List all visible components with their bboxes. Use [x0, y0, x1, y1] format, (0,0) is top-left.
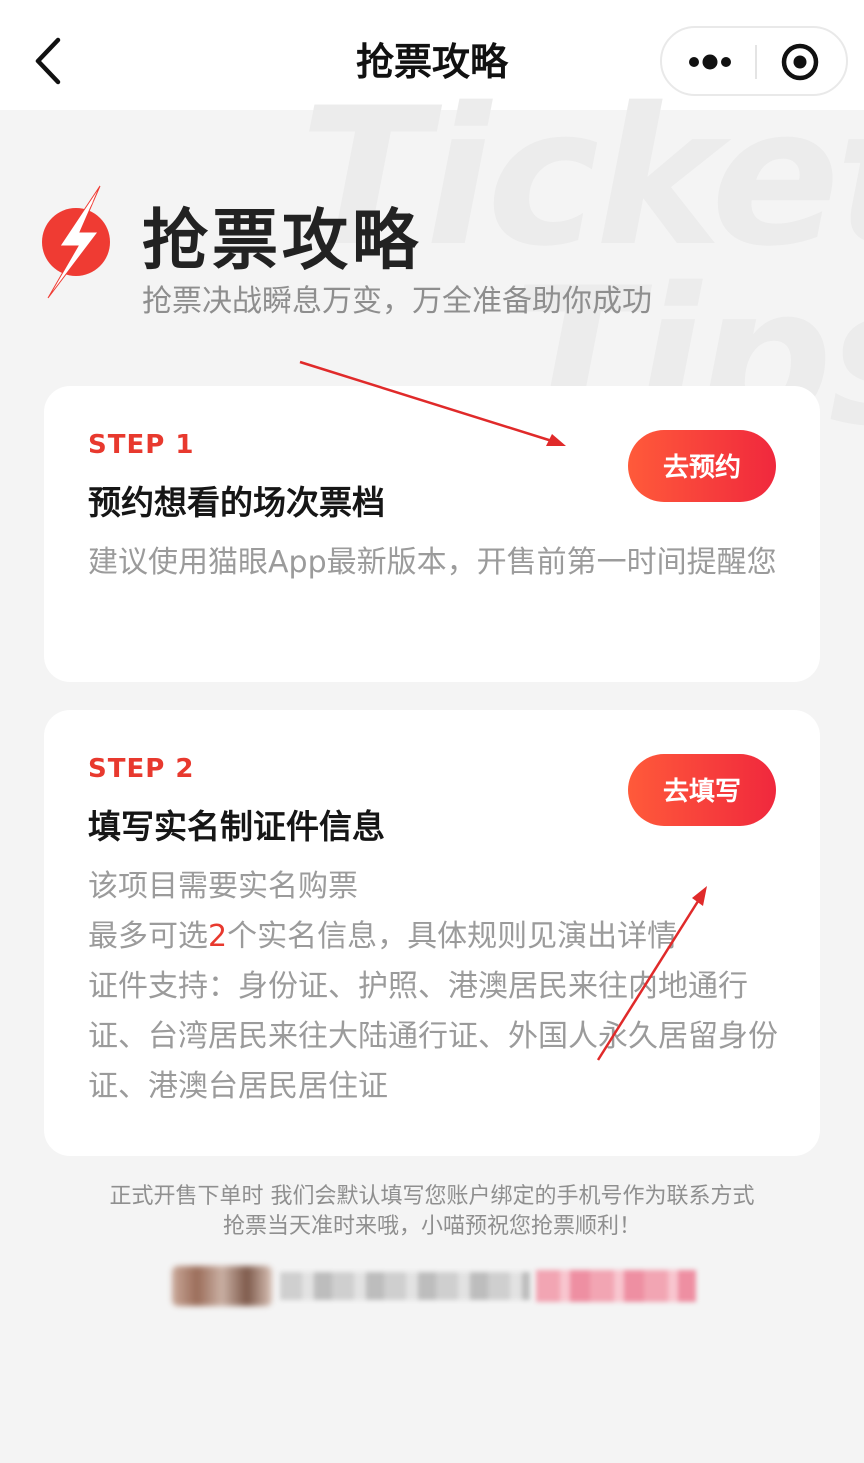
fill-info-button[interactable]: 去填写: [628, 754, 776, 826]
step-card-1: STEP 1 预约想看的场次票档 建议使用猫眼App最新版本，开售前第一时间提醒…: [44, 386, 820, 682]
footer-line-2: 抢票当天准时来哦，小喵预祝您抢票顺利！: [222, 1214, 641, 1239]
blurred-text: [280, 1272, 530, 1300]
realname-requirement: 该项目需要实名购票: [88, 869, 358, 904]
hero-title: 抢票攻略: [142, 202, 422, 279]
reserve-button[interactable]: 去预约: [628, 430, 776, 502]
blurred-content: [172, 1266, 696, 1306]
step-description: 建议使用猫眼App最新版本，开售前第一时间提醒您: [88, 545, 777, 580]
step-card-2: STEP 2 填写实名制证件信息 该项目需要实名购票 最多可选2个实名信息，具体…: [44, 710, 820, 1156]
page: 抢票攻略 Ticket Tips: [0, 0, 864, 1463]
blurred-link: [536, 1270, 696, 1302]
supported-ids: 证件支持：身份证、护照、港澳居民来往内地通行证、台湾居民来往大陆通行证、外国人永…: [88, 969, 778, 1104]
limit-suffix: 个实名信息，具体规则见演出详情: [227, 919, 678, 954]
step-title: 填写实名制证件信息: [88, 807, 385, 846]
lightning-bolt-icon: [42, 185, 110, 299]
footer-note: 正式开售下单时 我们会默认填写您账户绑定的手机号作为联系方式 抢票当天准时来哦，…: [0, 1182, 864, 1242]
realname-limit: 最多可选2个实名信息，具体规则见演出详情: [88, 912, 778, 962]
blurred-avatar: [172, 1266, 272, 1306]
step-label: STEP 2: [88, 754, 195, 784]
limit-prefix: 最多可选: [88, 919, 208, 954]
hero-subtitle: 抢票决战瞬息万变，万全准备助你成功: [142, 284, 652, 319]
step-title: 预约想看的场次票档: [88, 483, 385, 522]
footer-line-1: 正式开售下单时 我们会默认填写您账户绑定的手机号作为联系方式: [109, 1184, 755, 1209]
step-label: STEP 1: [88, 430, 195, 460]
limit-count: 2: [208, 919, 228, 954]
step-description: 该项目需要实名购票 最多可选2个实名信息，具体规则见演出详情 证件支持：身份证、…: [88, 862, 778, 1112]
